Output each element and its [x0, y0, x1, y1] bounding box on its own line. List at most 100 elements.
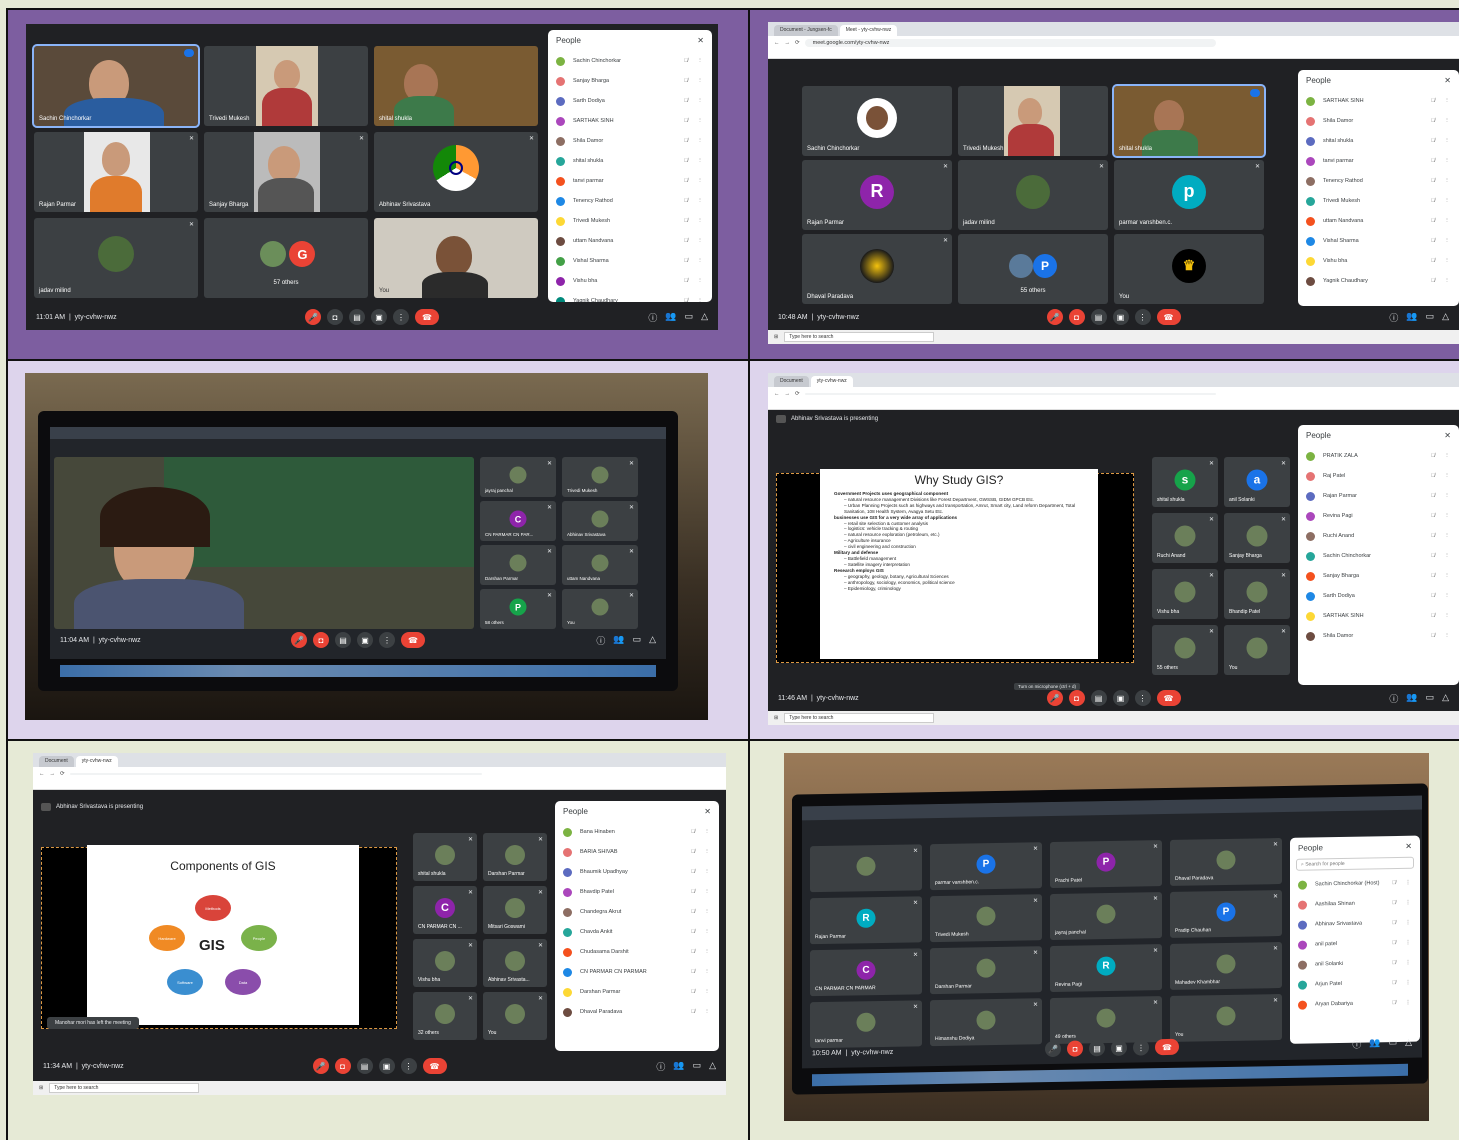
browser-tab[interactable]: yty-cvhw-nwz — [810, 376, 853, 387]
participant-tile[interactable]: C ✕ CN PARMAR CN PAR... — [480, 501, 556, 541]
more-options-icon[interactable]: ⋮ — [1404, 1000, 1412, 1006]
windows-start-icon[interactable]: ⊞ — [774, 715, 778, 721]
participant-row[interactable]: Vishu bha 🎙̸ ⋮ — [548, 271, 712, 291]
participant-tile[interactable]: P ✕ 58 others — [480, 589, 556, 629]
more-options-icon[interactable]: ⋮ — [696, 58, 704, 64]
mic-off-icon[interactable]: 🎙̸ — [1423, 198, 1443, 204]
people-search[interactable]: ⌕ Search for people — [1296, 856, 1414, 871]
participant-row[interactable]: Trivedi Mukesh 🎙̸ ⋮ — [1298, 191, 1459, 211]
camera-toggle-button[interactable]: ◘ — [327, 309, 343, 325]
participant-tile[interactable]: ✕ 32 others — [413, 992, 477, 1040]
participant-row[interactable]: SARTHAK SINH 🎙̸ ⋮ — [548, 111, 712, 131]
participant-row[interactable]: CN PARMAR CN PARMAR 🎙̸ ⋮ — [555, 962, 719, 982]
people-icon[interactable]: 👥 — [1406, 311, 1417, 324]
present-button[interactable]: ▣ — [357, 632, 373, 648]
mic-off-icon[interactable]: 🎙̸ — [1423, 493, 1443, 499]
more-options-button[interactable]: ⋮ — [1134, 309, 1151, 325]
participant-tile[interactable]: ✕ — [810, 844, 922, 893]
more-options-icon[interactable]: ⋮ — [696, 118, 704, 124]
participant-tile[interactable]: C ✕ CN PARMAR CN PARMAR — [810, 948, 922, 997]
mic-off-icon[interactable]: 🎙̸ — [683, 849, 703, 855]
mic-off-icon[interactable]: 🎙̸ — [683, 1009, 703, 1015]
participant-row[interactable]: shital shukla 🎙̸ ⋮ — [1298, 131, 1459, 151]
mic-off-icon[interactable]: 🎙̸ — [1384, 980, 1404, 986]
more-options-icon[interactable]: ⋮ — [1443, 553, 1451, 559]
more-options-icon[interactable]: ⋮ — [1443, 238, 1451, 244]
more-options-icon[interactable]: ⋮ — [696, 138, 704, 144]
participant-tile[interactable]: ✕ Mitsari Goswami — [483, 886, 547, 934]
more-options-icon[interactable]: ⋮ — [696, 278, 704, 284]
mic-off-icon[interactable]: 🎙̸ — [1423, 278, 1443, 284]
participant-tile[interactable]: ✕ Darshan Parmar — [930, 946, 1042, 995]
mic-off-icon[interactable]: 🎙̸ — [1384, 940, 1404, 946]
back-icon[interactable]: ← — [774, 391, 780, 397]
participant-row[interactable]: Aryan Dabariya 🎙̸ ⋮ — [1290, 993, 1420, 1015]
more-options-icon[interactable]: ⋮ — [696, 218, 704, 224]
more-options-icon[interactable]: ⋮ — [1404, 940, 1412, 946]
participant-tile[interactable]: P ✕ Prachi Patel — [1050, 840, 1162, 889]
mic-off-icon[interactable]: 🎙̸ — [676, 178, 696, 184]
more-options-icon[interactable]: ⋮ — [703, 869, 711, 875]
chat-icon[interactable]: ▭ — [1389, 1036, 1398, 1049]
mic-off-icon[interactable]: 🎙̸ — [676, 158, 696, 164]
present-button[interactable]: ▣ — [1112, 309, 1129, 325]
windows-start-icon[interactable]: ⊞ — [774, 334, 778, 340]
mic-off-icon[interactable]: 🎙̸ — [676, 218, 696, 224]
participant-row[interactable]: Abhinav Srivastava 🎙̸ ⋮ — [1290, 913, 1420, 935]
participant-row[interactable]: Raj Patel 🎙̸ ⋮ — [1298, 466, 1459, 486]
browser-tab[interactable]: Meet - yty-cvhw-nwz — [839, 25, 898, 36]
participant-row[interactable]: Sarth Dodiya 🎙̸ ⋮ — [1298, 586, 1459, 606]
more-options-icon[interactable]: ⋮ — [1404, 920, 1412, 926]
participant-row[interactable]: Bhaumik Upadhyay 🎙̸ ⋮ — [555, 862, 719, 882]
browser-tab[interactable]: Document — [39, 756, 74, 767]
mic-off-icon[interactable]: 🎙̸ — [683, 829, 703, 835]
participant-row[interactable]: SARTHAK SINH 🎙̸ ⋮ — [1298, 606, 1459, 626]
people-icon[interactable]: 👥 — [1369, 1037, 1380, 1050]
mic-off-icon[interactable]: 🎙̸ — [676, 98, 696, 104]
participant-row[interactable]: Sanjay Bharga 🎙̸ ⋮ — [1298, 566, 1459, 586]
participant-tile[interactable]: C ✕ CN PARMAR CN ... — [413, 886, 477, 934]
participant-tile[interactable]: ✕ Darshan Parmar — [483, 833, 547, 881]
mic-off-icon[interactable]: 🎙̸ — [1423, 453, 1443, 459]
participant-row[interactable]: Tenency Rathod 🎙̸ ⋮ — [1298, 171, 1459, 191]
participant-row[interactable]: Sanjay Bharga 🎙̸ ⋮ — [548, 71, 712, 91]
participant-tile[interactable]: ✕ uttam Nandvana — [562, 545, 638, 585]
mic-off-icon[interactable]: 🎙̸ — [676, 258, 696, 264]
participant-tile[interactable]: ✕ You — [483, 992, 547, 1040]
present-button[interactable]: ▣ — [371, 309, 387, 325]
mic-off-icon[interactable]: 🎙̸ — [1423, 633, 1443, 639]
back-icon[interactable]: ← — [774, 40, 780, 46]
participant-tile[interactable]: ✕ Vishu bha — [1152, 569, 1218, 619]
info-icon[interactable]: ⓘ — [596, 634, 605, 647]
activities-icon[interactable]: △ — [1405, 1036, 1412, 1049]
mic-off-icon[interactable]: 🎙̸ — [1384, 960, 1404, 966]
more-options-icon[interactable]: ⋮ — [1443, 453, 1451, 459]
more-options-icon[interactable]: ⋮ — [1443, 613, 1451, 619]
participant-tile[interactable]: ✕ You — [562, 589, 638, 629]
mic-off-icon[interactable]: 🎙̸ — [1423, 573, 1443, 579]
windows-start-icon[interactable]: ⊞ — [39, 1085, 43, 1091]
participant-row[interactable]: anil patel 🎙̸ ⋮ — [1290, 933, 1420, 955]
mic-off-icon[interactable]: 🎙̸ — [676, 78, 696, 84]
more-options-icon[interactable]: ⋮ — [696, 78, 704, 84]
mic-off-icon[interactable]: 🎙̸ — [676, 238, 696, 244]
mic-off-icon[interactable]: 🎙̸ — [683, 969, 703, 975]
participant-tile[interactable]: Trivedi Mukesh — [204, 46, 368, 126]
participant-tile[interactable]: Sachin Chinchorkar — [802, 86, 952, 156]
captions-button[interactable]: ▤ — [1089, 1040, 1105, 1057]
mic-off-icon[interactable]: 🎙̸ — [1423, 473, 1443, 479]
participant-row[interactable]: Ruchi Anand 🎙̸ ⋮ — [1298, 526, 1459, 546]
participant-row[interactable]: Arjun Patel 🎙̸ ⋮ — [1290, 973, 1420, 995]
more-options-button[interactable]: ⋮ — [1133, 1039, 1149, 1056]
participant-tile[interactable]: ✕ Abhinav Srivastava — [374, 132, 538, 212]
people-icon[interactable]: 👥 — [613, 634, 624, 647]
more-options-icon[interactable]: ⋮ — [1443, 198, 1451, 204]
mic-off-icon[interactable]: 🎙̸ — [683, 929, 703, 935]
participant-tile[interactable]: ✕ Dhaval Paradava — [1170, 837, 1282, 886]
participant-row[interactable]: Chudasama Darshit 🎙̸ ⋮ — [555, 942, 719, 962]
more-options-button[interactable]: ⋮ — [393, 309, 409, 325]
forward-icon[interactable]: → — [50, 771, 56, 777]
main-participant-tile[interactable] — [54, 457, 474, 629]
participant-tile[interactable]: ✕ 55 others — [1152, 625, 1218, 675]
more-options-icon[interactable]: ⋮ — [1443, 593, 1451, 599]
